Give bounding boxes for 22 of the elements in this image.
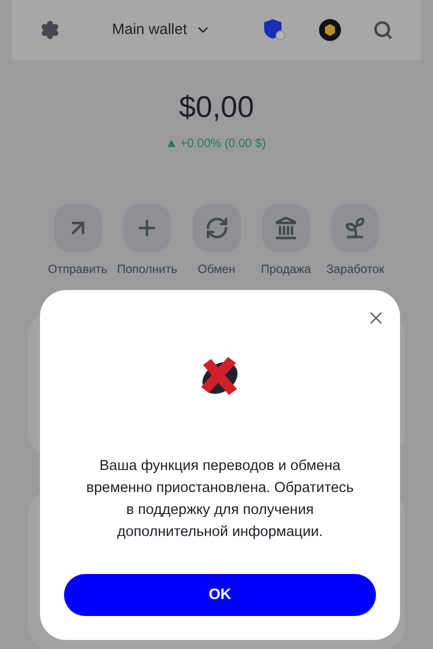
coin-icon[interactable]: [319, 19, 341, 41]
action-label: Обмен: [198, 261, 236, 278]
action-button[interactable]: [54, 204, 102, 252]
ok-button[interactable]: OK: [64, 574, 376, 616]
settings-icon[interactable]: [40, 20, 60, 40]
wallet-selector[interactable]: Main wallet: [112, 18, 212, 42]
bank-icon: [274, 216, 298, 240]
action-label: Продажа: [260, 261, 311, 278]
refresh-icon: [204, 216, 228, 240]
action-button[interactable]: [262, 204, 310, 252]
search-icon[interactable]: [373, 20, 393, 40]
action-button[interactable]: [192, 204, 240, 252]
balance-change: +0.00% (0.00 $): [180, 135, 266, 152]
action-label: Пополнить: [116, 261, 178, 278]
shield-icon[interactable]: [263, 18, 287, 42]
dialog-message: Ваша функция переводов и обмена временно приостановлена. Обратитесь в поддержку для получения дополнительной информации.: [85, 457, 355, 542]
sprout-icon: [343, 216, 368, 240]
action-label: Отправить: [48, 261, 108, 278]
balance-amount: $0,00: [178, 90, 254, 126]
action-button[interactable]: [331, 204, 380, 252]
action-button[interactable]: [123, 204, 172, 252]
action-label: Заработок: [326, 261, 384, 278]
